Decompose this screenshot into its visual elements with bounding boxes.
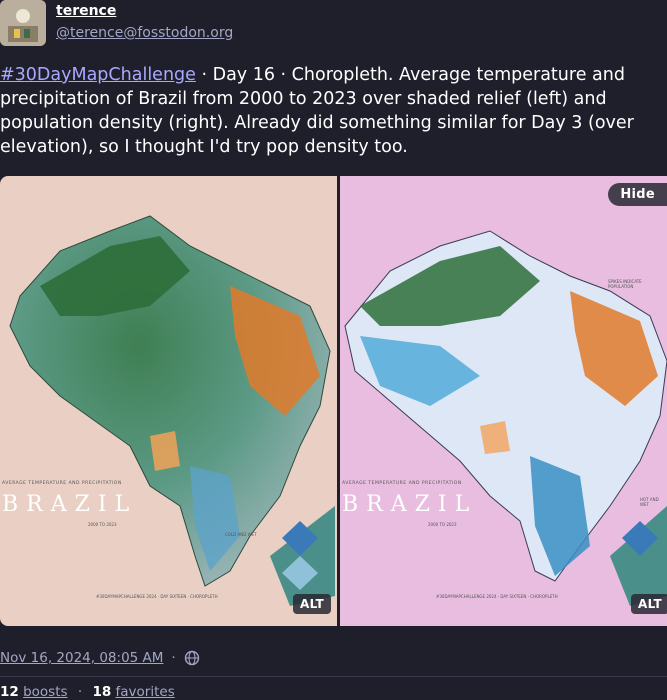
media-image-right[interactable]: SPIKES INDICATE POPULATION AVERAGE TEMPE… <box>340 176 667 626</box>
meta-separator: · <box>171 650 176 666</box>
map-years-right: 2000 TO 2023 <box>428 522 457 527</box>
legend-label-right: HOT AND WET <box>640 497 659 507</box>
map-subtitle-right: AVERAGE TEMPERATURE AND PRECIPITATION <box>342 481 462 486</box>
hide-media-button[interactable]: Hide <box>608 183 667 206</box>
alt-badge-right[interactable]: ALT <box>631 594 667 614</box>
favorites-link[interactable]: favorites <box>116 684 175 700</box>
media-image-left[interactable]: AVERAGE TEMPERATURE AND PRECIPITATION BR… <box>0 176 337 626</box>
favorites-count: 18 <box>92 684 112 700</box>
map-subtitle-left: AVERAGE TEMPERATURE AND PRECIPITATION <box>2 481 122 486</box>
boosts-count: 12 <box>0 684 19 700</box>
account-handle[interactable]: @terence@fosstodon.org <box>56 25 233 41</box>
counts-separator: · <box>77 684 83 700</box>
divider <box>0 676 667 677</box>
hashtag-link[interactable]: #30DayMapChallenge <box>0 65 196 85</box>
status-content: #30DayMapChallenge · Day 16 · Choropleth… <box>0 63 640 159</box>
map-title-left: BRAZIL <box>2 492 138 517</box>
media-gallery: AVERAGE TEMPERATURE AND PRECIPITATION BR… <box>0 176 667 626</box>
status-date[interactable]: Nov 16, 2024, 08:05 AM <box>0 650 163 666</box>
alt-badge-left[interactable]: ALT <box>293 594 332 614</box>
status-counts: 12 boosts · 18 favorites <box>0 684 175 700</box>
legend-label-left: COLD AND WET <box>225 532 257 537</box>
map-title-right: BRAZIL <box>342 492 478 517</box>
map-credit-left: #30DAYMAPCHALLENGE 2024 · DAY SIXTEEN · … <box>96 594 218 599</box>
status-header: terence @terence@fosstodon.org <box>0 0 667 50</box>
map-credit-right: #30DAYMAPCHALLENGE 2024 · DAY SIXTEEN · … <box>436 594 558 599</box>
globe-icon <box>184 650 200 666</box>
map-years-left: 2000 TO 2023 <box>88 522 117 527</box>
display-name[interactable]: terence <box>56 3 116 19</box>
right-note: SPIKES INDICATE POPULATION <box>608 279 642 289</box>
boosts-link[interactable]: boosts <box>23 684 67 700</box>
status-meta: Nov 16, 2024, 08:05 AM · <box>0 650 200 666</box>
avatar[interactable] <box>0 0 46 46</box>
